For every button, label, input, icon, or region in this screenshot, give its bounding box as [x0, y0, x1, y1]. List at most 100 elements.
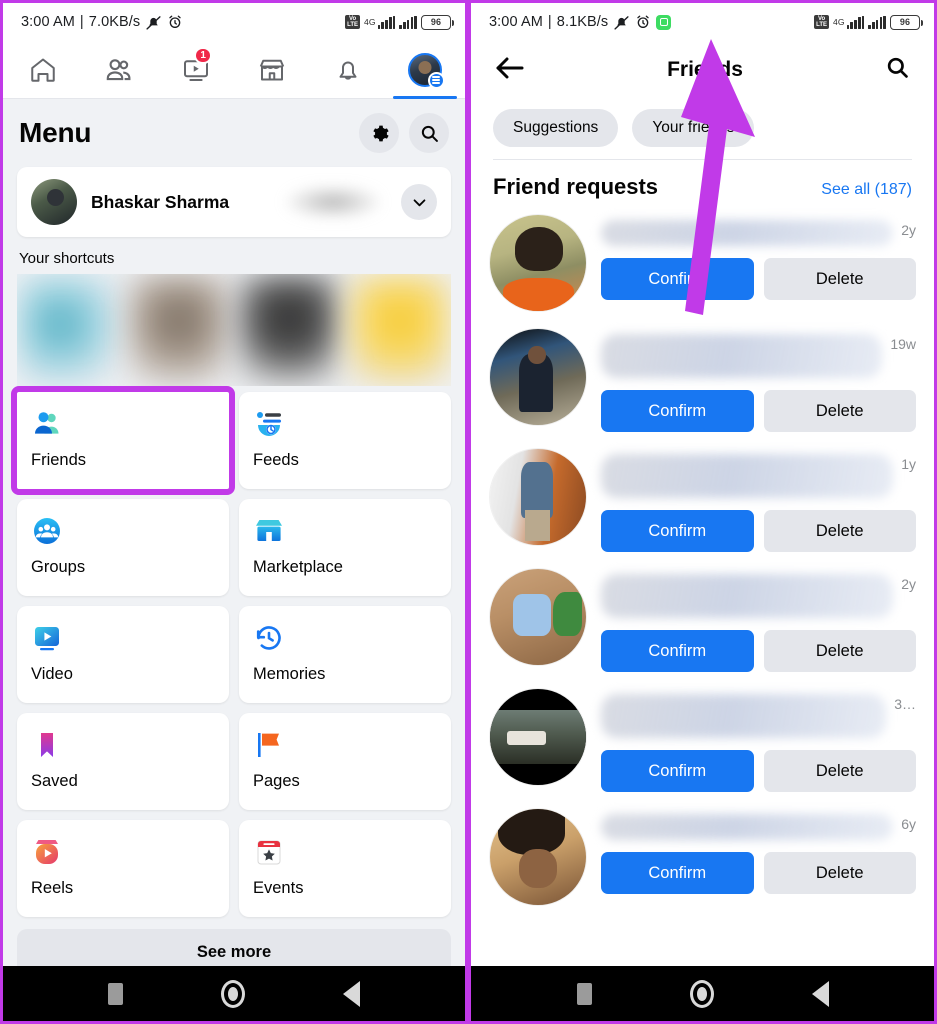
- settings-button[interactable]: [359, 113, 399, 153]
- bell-muted-icon: [613, 14, 630, 31]
- reels-icon: [31, 834, 215, 870]
- home-icon: [31, 58, 55, 82]
- menu-tile[interactable]: Saved: [17, 713, 229, 810]
- menu-tile-saved[interactable]: Saved: [17, 713, 229, 810]
- confirm-button[interactable]: Confirm: [601, 852, 754, 894]
- avatar[interactable]: [489, 328, 587, 426]
- delete-button[interactable]: Delete: [763, 390, 916, 432]
- home-tab[interactable]: [5, 41, 81, 98]
- menu-tile-label: Groups: [31, 558, 86, 576]
- menu-tile[interactable]: Groups: [17, 499, 229, 596]
- menu-tile-label: Marketplace: [253, 558, 343, 576]
- menu-tile-label: Reels: [31, 879, 74, 897]
- menu-tile[interactable]: Video: [17, 606, 229, 703]
- marketplace-tab[interactable]: [234, 41, 310, 98]
- menu-tile-friends-highlighted[interactable]: Friends: [11, 386, 235, 495]
- signal-bars-sim1-icon: [846, 15, 865, 29]
- confirm-button[interactable]: Confirm: [601, 258, 754, 300]
- video-tab[interactable]: 1: [158, 41, 234, 98]
- menu-tile-memories[interactable]: Memories: [239, 606, 451, 703]
- menu-tile[interactable]: Memories: [239, 606, 451, 703]
- friend-request-row: 2y Confirm Delete: [489, 208, 916, 322]
- avatar: [31, 179, 77, 225]
- recents-square-icon[interactable]: [108, 982, 123, 1005]
- menu-tile[interactable]: Events: [239, 820, 451, 917]
- avatar[interactable]: [489, 568, 587, 666]
- menu-profile-tab[interactable]: [387, 41, 463, 99]
- request-time: 2y: [901, 222, 916, 238]
- menu-tile-feeds[interactable]: Feeds: [239, 392, 451, 489]
- shortcut-thumbnail[interactable]: [348, 274, 451, 386]
- menu-tile[interactable]: Feeds: [239, 392, 451, 489]
- shortcut-thumbnail[interactable]: [127, 274, 230, 386]
- delete-button[interactable]: Delete: [763, 510, 916, 552]
- blurred-name: [601, 574, 894, 618]
- blurred-name: [601, 334, 883, 378]
- shortcuts-strip[interactable]: [17, 274, 451, 386]
- avatar[interactable]: [489, 688, 587, 786]
- blurred-name: [601, 454, 894, 498]
- profile-avatar-icon[interactable]: [407, 52, 445, 89]
- home-circle-icon[interactable]: [221, 979, 245, 1008]
- confirm-button[interactable]: Confirm: [601, 750, 754, 792]
- status-net-speed: 7.0KB/s: [88, 14, 141, 30]
- confirm-button[interactable]: Confirm: [601, 630, 754, 672]
- menu-tile-label: Friends: [31, 451, 87, 469]
- home-circle-icon[interactable]: [689, 979, 714, 1008]
- menu-search-button[interactable]: [409, 113, 449, 153]
- back-triangle-icon[interactable]: [343, 980, 360, 1007]
- status-separator: |: [547, 14, 552, 30]
- back-button[interactable]: [495, 55, 525, 86]
- status-time: 3:00 AM: [489, 14, 543, 30]
- friends-filter-chips: Suggestions Your friends: [471, 99, 934, 159]
- see-all-link[interactable]: See all (187): [821, 181, 912, 199]
- page-title: Menu: [19, 117, 92, 148]
- signal-bars-sim2-icon: [868, 15, 886, 29]
- search-button[interactable]: [885, 55, 910, 85]
- network-type-label: 4G: [833, 17, 845, 27]
- menu-tile[interactable]: Friends: [17, 392, 229, 489]
- alarm-clock-icon: [635, 14, 651, 30]
- confirm-button[interactable]: Confirm: [601, 510, 754, 552]
- menu-tile[interactable]: Pages: [239, 713, 451, 810]
- menu-tile-label: Events: [253, 879, 304, 897]
- chip-your-friends[interactable]: Your friends: [632, 109, 755, 147]
- friends-tab[interactable]: [81, 41, 157, 98]
- profile-card[interactable]: Bhaskar Sharma: [17, 167, 451, 237]
- menu-tile[interactable]: Marketplace: [239, 499, 451, 596]
- profile-name: Bhaskar Sharma: [91, 191, 230, 212]
- menu-tile-events[interactable]: Events: [239, 820, 451, 917]
- shortcut-thumbnail[interactable]: [17, 274, 120, 386]
- recents-square-icon[interactable]: [576, 982, 592, 1005]
- delete-button[interactable]: Delete: [763, 750, 916, 792]
- video-icon: [31, 620, 215, 656]
- notifications-tab[interactable]: [310, 41, 386, 98]
- delete-button[interactable]: Delete: [763, 630, 916, 672]
- menu-tile-groups[interactable]: Groups: [17, 499, 229, 596]
- delete-button[interactable]: Delete: [763, 852, 916, 894]
- confirm-button[interactable]: Confirm: [601, 390, 754, 432]
- profile-expand-button[interactable]: [401, 184, 437, 220]
- back-triangle-icon[interactable]: [811, 980, 829, 1007]
- avatar[interactable]: [489, 214, 587, 312]
- see-more-button[interactable]: See more: [17, 929, 451, 969]
- blurred-name: [601, 814, 894, 840]
- menu-tile-label: Video: [31, 665, 73, 683]
- menu-tile-reels[interactable]: Reels: [17, 820, 229, 917]
- delete-button[interactable]: Delete: [763, 258, 916, 300]
- android-navigation-bar-left: [3, 966, 465, 1021]
- menu-tile-pages[interactable]: Pages: [239, 713, 451, 810]
- menu-tile-label: Feeds: [253, 451, 299, 469]
- battery-level: 96: [899, 17, 911, 27]
- chip-suggestions[interactable]: Suggestions: [493, 109, 619, 147]
- menu-tile[interactable]: Reels: [17, 820, 229, 917]
- menu-tile-marketplace[interactable]: Marketplace: [239, 499, 451, 596]
- avatar[interactable]: [489, 448, 587, 546]
- left-phone-screen: 3:00 AM | 7.0KB/s Vo LTE 4G 96 1 Menu Bh…: [0, 0, 468, 1024]
- signal-bars-sim1-icon: [377, 15, 396, 29]
- gear-icon: [372, 125, 389, 141]
- avatar[interactable]: [489, 808, 587, 906]
- shortcut-thumbnail[interactable]: [238, 274, 341, 386]
- menu-tile-video[interactable]: Video: [17, 606, 229, 703]
- request-time: 19w: [890, 336, 916, 352]
